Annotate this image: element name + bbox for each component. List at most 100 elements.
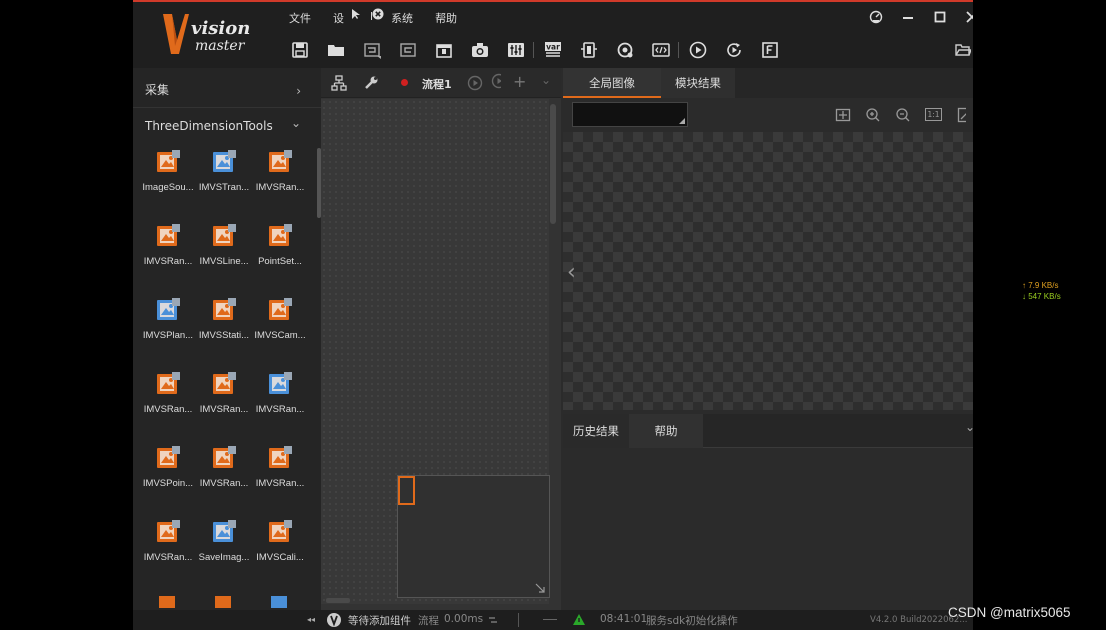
zoom-in-icon[interactable] [865,107,881,123]
image-source-select[interactable] [572,102,688,127]
actual-size-label: 1:1 [925,108,942,121]
flow-run-icon[interactable] [467,75,483,91]
tool-item[interactable]: IMVSRan... [139,222,197,282]
crosshair-icon[interactable] [835,107,851,123]
range-convert-icon [154,518,182,546]
tool-item[interactable]: IMVSRan... [195,370,253,430]
tool-item[interactable]: IMVSCali... [251,518,309,578]
variable-icon[interactable]: var [542,40,564,60]
upload-speed: ↑ 7.9 KB/s [1022,281,1059,290]
tool-item[interactable]: ImageSou... [139,148,197,208]
tool-item[interactable]: IMVSPlan... [139,296,197,356]
flow-loop-icon[interactable] [491,73,501,91]
network-speed-overlay: ↑ 7.9 KB/s ↓ 547 KB/s [1022,280,1061,302]
image-source-icon [154,148,182,176]
tool-label: IMVSRan... [255,478,305,489]
main-toolbar: var [289,38,795,62]
zoom-out-icon[interactable] [895,107,911,123]
menu-file[interactable]: 文件 [289,10,311,26]
minimap-resize-icon[interactable] [535,583,545,593]
tool-label: IMVSRan... [143,256,193,267]
tool-item[interactable]: IMVSPoin... [139,444,197,504]
menu-system[interactable]: 系统 [391,10,413,26]
maximize-icon[interactable] [933,10,947,24]
minimize-icon[interactable] [901,10,915,24]
controller-settings-icon[interactable] [505,40,527,60]
toolbar-divider [678,42,679,58]
point-set-icon [266,222,294,250]
tool-label: IMVSRan... [143,552,193,563]
tool-label: IMVSLine... [199,256,249,267]
format-icon[interactable] [759,40,781,60]
tool-label: SaveImag... [198,552,250,563]
prev-image-arrow[interactable]: ‹ [567,260,576,285]
chevron-down-icon: ⌄ [290,116,301,130]
tool-item[interactable]: IMVSLine... [195,222,253,282]
communication-icon[interactable] [614,40,636,60]
menu-help[interactable]: 帮助 [435,10,457,26]
tool-item[interactable]: IMVSTran... [195,148,253,208]
tool-label: IMVSRan... [255,182,305,193]
tool-item[interactable]: IMVSRan... [251,370,309,430]
tool-item[interactable]: IMVSCam... [251,296,309,356]
collapse-panel-icon[interactable]: ◂◂ [307,615,315,624]
tool-item-partial[interactable] [211,592,237,608]
calibration-icon [266,518,294,546]
minimap-viewport[interactable] [398,476,415,505]
tool-item[interactable]: IMVSRan... [251,148,309,208]
fit-window-icon[interactable] [957,107,966,123]
script-icon[interactable] [650,40,672,60]
tool-label: IMVSCam... [254,330,306,341]
tool-label: IMVSRan... [199,478,249,489]
flow-tab-label[interactable]: 流程1 [422,76,452,92]
tool-item[interactable]: SaveImag... [195,518,253,578]
flow-tree-icon[interactable] [331,75,347,91]
save-icon[interactable] [289,40,311,60]
actual-size-icon[interactable]: 1:1 [925,107,943,123]
undo-icon[interactable] [361,40,383,60]
tab-global-image[interactable]: 全局图像 [563,68,661,98]
open-folder-icon[interactable] [325,40,347,60]
tool-item-partial[interactable] [155,592,181,608]
tool-item[interactable]: IMVSRan... [139,518,197,578]
plane-fit-icon [154,296,182,324]
flow-vertical-scrollbar[interactable] [550,104,556,224]
flow-more-icon[interactable]: ⌄ [541,73,551,87]
add-flow-icon[interactable]: + [513,72,526,91]
device-icon[interactable] [578,40,600,60]
wrench-icon[interactable] [363,75,379,91]
tool-item-partial[interactable] [267,592,293,608]
camera-icon[interactable] [469,40,491,60]
feedback-icon[interactable] [869,10,883,24]
tool-item[interactable]: PointSet... [251,222,309,282]
run-once-icon[interactable] [687,40,709,60]
status-dash [543,619,557,620]
open-solution-icon[interactable] [955,42,973,58]
range-icon [266,148,294,176]
lock-icon[interactable] [433,40,455,60]
flow-minimap[interactable] [397,475,550,598]
tab-history-results[interactable]: 历史结果 [563,414,629,448]
image-canvas[interactable]: ‹ [563,132,973,410]
tool-item[interactable]: IMVSRan... [195,444,253,504]
section-collect[interactable]: 采集 › [133,72,321,108]
menu-settings[interactable]: 设 [333,10,344,26]
tool-item[interactable]: IMVSRan... [139,370,197,430]
tool-item[interactable]: IMVSStati... [195,296,253,356]
cursor-icon[interactable] [350,8,362,20]
run-loop-icon[interactable] [723,40,745,60]
history-more-icon[interactable]: ⌄ [965,420,973,434]
vision-master-window: vision master 文件 设 l 系统 帮助 var 采集 › Thre… [133,0,973,630]
tab-help[interactable]: 帮助 [629,414,703,448]
tab-module-result[interactable]: 模块结果 [661,68,735,98]
csdn-watermark: CSDN @matrix5065 [948,605,1071,620]
redo-icon[interactable] [397,40,419,60]
close-circle-icon[interactable] [372,8,384,20]
close-icon[interactable] [965,10,973,24]
tool-library-panel: 采集 › ThreeDimensionTools ⌄ ImageSou... IM… [133,68,321,610]
tool-item[interactable]: IMVSRan... [251,444,309,504]
flow-horizontal-scrollbar[interactable] [326,598,350,603]
section-3d-tools[interactable]: ThreeDimensionTools ⌄ [133,108,321,144]
tool-label: IMVSCali... [256,552,304,563]
header: vision master 文件 设 l 系统 帮助 var [133,2,973,68]
